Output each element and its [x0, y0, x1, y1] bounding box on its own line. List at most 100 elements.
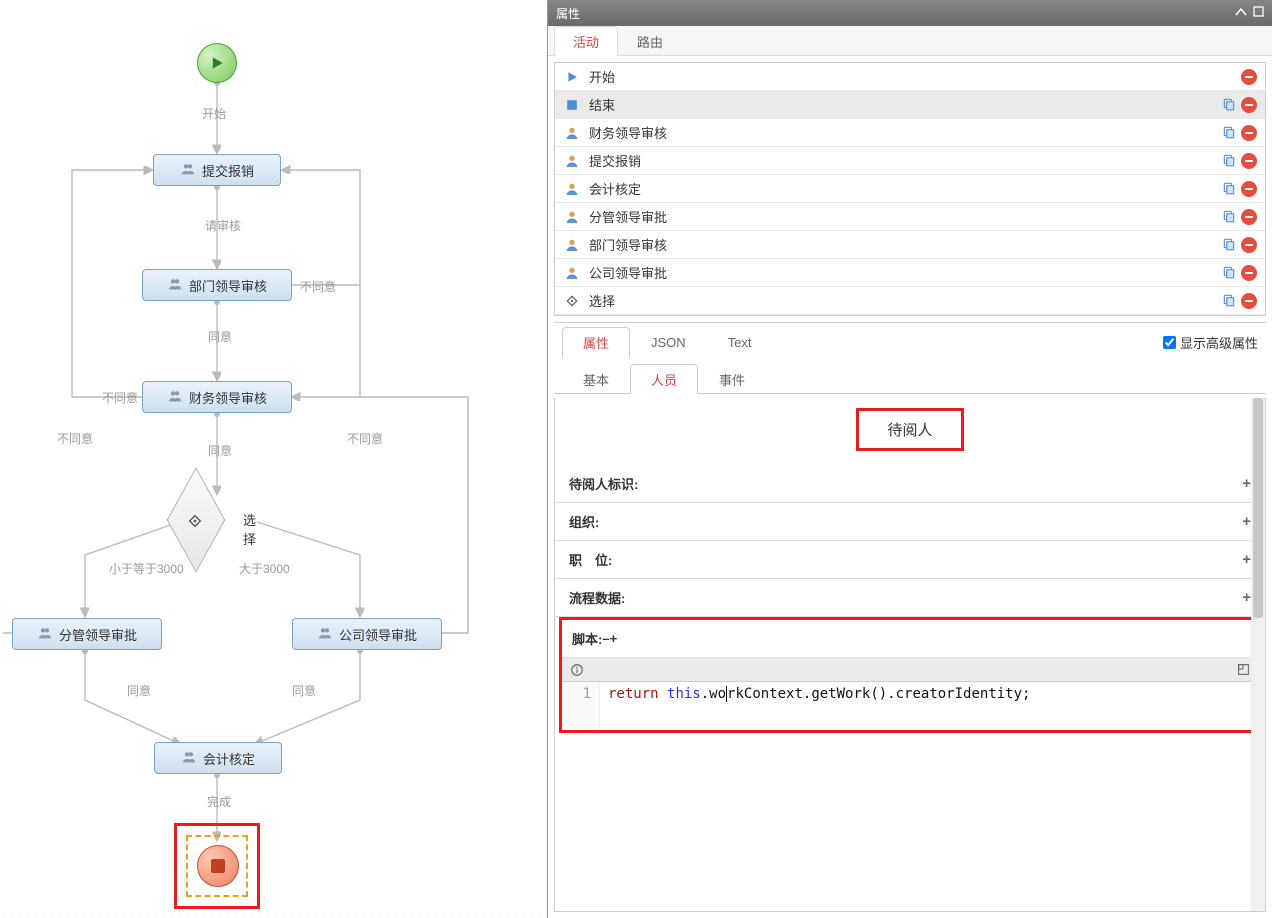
inner-tabs: 基本 人员 事件 — [554, 363, 1266, 394]
node-choice[interactable]: 选择 — [147, 496, 227, 546]
activity-label: 会计核定 — [589, 179, 1221, 198]
prop-label: 职 位: — [569, 550, 1242, 569]
edge-agree-3: 同意 — [125, 682, 153, 699]
edge-gt3000: 大于3000 — [237, 560, 292, 577]
copy-icon[interactable] — [1221, 125, 1237, 139]
play-icon — [210, 56, 224, 70]
activity-row[interactable]: 结束 — [555, 91, 1265, 119]
copy-icon[interactable] — [1221, 265, 1237, 279]
maximize-icon[interactable] — [1253, 6, 1264, 20]
copy-icon[interactable] — [1221, 293, 1237, 307]
activity-type-icon — [563, 265, 581, 281]
node-label: 选择 — [243, 510, 256, 548]
activity-row[interactable]: 分管领导审批 — [555, 203, 1265, 231]
people-icon — [317, 625, 333, 644]
activity-type-icon — [563, 237, 581, 253]
copy-icon[interactable] — [1221, 209, 1237, 223]
tab-route[interactable]: 路由 — [618, 26, 682, 56]
copy-icon[interactable] — [1221, 237, 1237, 251]
subtab-props[interactable]: 属性 — [562, 327, 630, 357]
code-editor[interactable]: 1 return this.workContext.getWork().crea… — [562, 682, 1258, 730]
node-label: 公司领导审批 — [339, 625, 417, 644]
node-branch-mgr[interactable]: 分管领导审批 — [12, 618, 162, 650]
node-submit[interactable]: 提交报销 — [153, 154, 281, 186]
activity-label: 财务领导审核 — [589, 123, 1221, 142]
script-toolbar — [562, 658, 1258, 682]
edge-label-review: 请审核 — [203, 217, 243, 234]
vertical-scrollbar[interactable] — [1251, 398, 1265, 911]
section-title: 待阅人 — [856, 408, 964, 451]
scrollbar-thumb[interactable] — [1253, 398, 1263, 618]
activity-row[interactable]: 开始 — [555, 63, 1265, 91]
flowchart-canvas[interactable]: 开始 提交报销 请审核 部门领导审核 不同意 同意 财务领导审核 不同意 不同意… — [0, 0, 548, 918]
delete-icon[interactable] — [1241, 209, 1257, 225]
node-company-mgr[interactable]: 公司领导审批 — [292, 618, 442, 650]
prop-label: 脚本: — [572, 629, 602, 648]
activity-row[interactable]: 提交报销 — [555, 147, 1265, 175]
prop-label: 流程数据: — [569, 588, 1242, 607]
activity-list: 开始结束财务领导审核提交报销会计核定分管领导审批部门领导审核公司领导审批选择 — [554, 62, 1266, 316]
subtab-text[interactable]: Text — [707, 329, 773, 355]
subtab-json[interactable]: JSON — [630, 329, 707, 355]
add-icon[interactable]: + — [1242, 589, 1251, 606]
node-accounting[interactable]: 会计核定 — [154, 742, 282, 774]
activity-label: 提交报销 — [589, 151, 1221, 170]
activity-type-icon — [563, 294, 581, 308]
advanced-checkbox-input[interactable] — [1163, 336, 1176, 349]
add-icon[interactable]: + — [610, 631, 618, 646]
activity-type-icon — [563, 71, 581, 83]
delete-icon[interactable] — [1241, 181, 1257, 197]
delete-icon[interactable] — [1241, 293, 1257, 309]
collapse-icon[interactable] — [1235, 7, 1247, 20]
copy-icon[interactable] — [1221, 153, 1237, 167]
code-line[interactable]: return this.workContext.getWork().creato… — [600, 682, 1038, 730]
line-number: 1 — [562, 682, 600, 730]
end-node[interactable] — [197, 845, 239, 887]
advanced-checkbox[interactable]: 显示高级属性 — [1163, 333, 1258, 352]
tab-activity[interactable]: 活动 — [554, 26, 618, 56]
connectors — [0, 0, 548, 918]
people-icon — [180, 161, 196, 180]
node-label: 财务领导审核 — [189, 388, 267, 407]
activity-row[interactable]: 公司领导审批 — [555, 259, 1265, 287]
delete-icon[interactable] — [1241, 237, 1257, 253]
add-icon[interactable]: + — [1242, 513, 1251, 530]
copy-icon[interactable] — [1221, 97, 1237, 111]
activity-row[interactable]: 选择 — [555, 287, 1265, 315]
delete-icon[interactable] — [1241, 265, 1257, 281]
activity-row[interactable]: 会计核定 — [555, 175, 1265, 203]
delete-icon[interactable] — [1241, 125, 1257, 141]
add-icon[interactable]: + — [1242, 551, 1251, 568]
remove-icon[interactable]: – — [602, 631, 609, 646]
innertab-basic[interactable]: 基本 — [562, 364, 630, 394]
start-node[interactable] — [197, 43, 237, 83]
activity-type-icon — [563, 125, 581, 141]
fullscreen-icon[interactable] — [1234, 661, 1252, 679]
info-icon[interactable] — [568, 661, 586, 679]
innertab-events[interactable]: 事件 — [698, 364, 766, 394]
delete-icon[interactable] — [1241, 153, 1257, 169]
add-icon[interactable]: + — [1242, 475, 1251, 492]
edge-disagree-1: 不同意 — [298, 278, 338, 295]
copy-icon[interactable] — [1221, 181, 1237, 195]
sub-tabs: 属性 JSON Text 显示高级属性 — [554, 322, 1266, 357]
activity-row[interactable]: 财务领导审核 — [555, 119, 1265, 147]
innertab-people[interactable]: 人员 — [630, 364, 698, 394]
prop-script: 脚本: – + — [562, 620, 1258, 658]
props-body: 待阅人 待阅人标识: + 组织: + 职 位: + 流程数据: + 脚本: – … — [554, 398, 1266, 912]
delete-icon[interactable] — [1241, 97, 1257, 113]
prop-org: 组织: + — [555, 503, 1265, 541]
activity-row[interactable]: 部门领导审核 — [555, 231, 1265, 259]
activity-label: 公司领导审批 — [589, 263, 1221, 282]
people-icon — [167, 276, 183, 295]
people-icon — [181, 749, 197, 768]
node-finance[interactable]: 财务领导审核 — [142, 381, 292, 413]
node-dept[interactable]: 部门领导审核 — [142, 269, 292, 301]
prop-reviewer-id: 待阅人标识: + — [555, 465, 1265, 503]
top-tabs: 活动 路由 — [548, 26, 1272, 56]
delete-icon[interactable] — [1241, 69, 1257, 85]
prop-flow-data: 流程数据: + — [555, 579, 1265, 617]
properties-panel: 属性 活动 路由 开始结束财务领导审核提交报销会计核定分管领导审批部门领导审核公… — [548, 0, 1272, 918]
node-label: 提交报销 — [202, 161, 254, 180]
choice-icon — [187, 513, 203, 532]
